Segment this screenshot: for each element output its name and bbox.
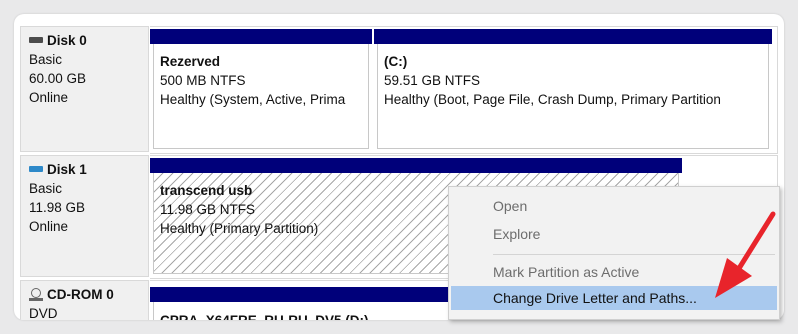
partition-name: (C:)	[384, 54, 408, 69]
disk-name: Disk 1	[47, 162, 87, 177]
usb-disk-icon	[29, 165, 43, 172]
disk-name: CD-ROM 0	[47, 287, 114, 302]
disk-size: 11.98 GB	[29, 200, 86, 215]
disk-1-name-row: Disk 1	[29, 160, 148, 179]
partition-status: Healthy (Boot, Page File, Crash Dump, Pr…	[384, 92, 721, 107]
menu-item-explore[interactable]: Explore	[451, 222, 777, 246]
menu-item-open[interactable]: Open	[451, 194, 777, 218]
partition-info: 500 MB NTFS	[160, 73, 246, 88]
disk-size: 60.00 GB	[29, 71, 87, 86]
disk-type: Basic	[29, 52, 63, 67]
disk-status: Online	[29, 219, 69, 234]
cdrom-0-label[interactable]: CD-ROM 0 DVD	[20, 280, 149, 320]
partition-rezerved[interactable]: Rezerved 500 MB NTFS Healthy (System, Ac…	[150, 29, 372, 149]
disk-0-name-row: Disk 0	[29, 31, 148, 50]
disk-0-label[interactable]: Disk 0 Basic 60.00 GB Online	[20, 26, 149, 152]
partition-bar	[150, 29, 372, 44]
context-menu: Open Explore Mark Partition as Active Ch…	[448, 186, 780, 320]
disk-status: Online	[29, 90, 69, 105]
disk-0-partitions: Rezerved 500 MB NTFS Healthy (System, Ac…	[150, 26, 778, 154]
partition-c[interactable]: (C:) 59.51 GB NTFS Healthy (Boot, Page F…	[374, 29, 772, 149]
menu-item-change-drive-letter[interactable]: Change Drive Letter and Paths...	[451, 286, 777, 310]
cd-drive-icon	[29, 288, 43, 301]
partition-name: Rezerved	[160, 54, 221, 69]
partition-body: (C:) 59.51 GB NTFS Healthy (Boot, Page F…	[377, 44, 769, 149]
partition-bar	[374, 29, 772, 44]
disk-type: DVD	[29, 306, 58, 320]
disk-1-label[interactable]: Disk 1 Basic 11.98 GB Online	[20, 155, 149, 277]
cdrom-0-name-row: CD-ROM 0	[29, 285, 148, 304]
partition-bar	[150, 158, 682, 173]
menu-separator	[493, 254, 775, 255]
hard-disk-icon	[29, 36, 43, 43]
menu-item-mark-active[interactable]: Mark Partition as Active	[451, 260, 777, 284]
disk-name: Disk 0	[47, 33, 87, 48]
partition-status: Healthy (System, Active, Prima	[160, 92, 346, 107]
disk-type: Basic	[29, 181, 63, 196]
partition-body: Rezerved 500 MB NTFS Healthy (System, Ac…	[153, 44, 369, 149]
partition-info: 59.51 GB NTFS	[384, 73, 481, 88]
